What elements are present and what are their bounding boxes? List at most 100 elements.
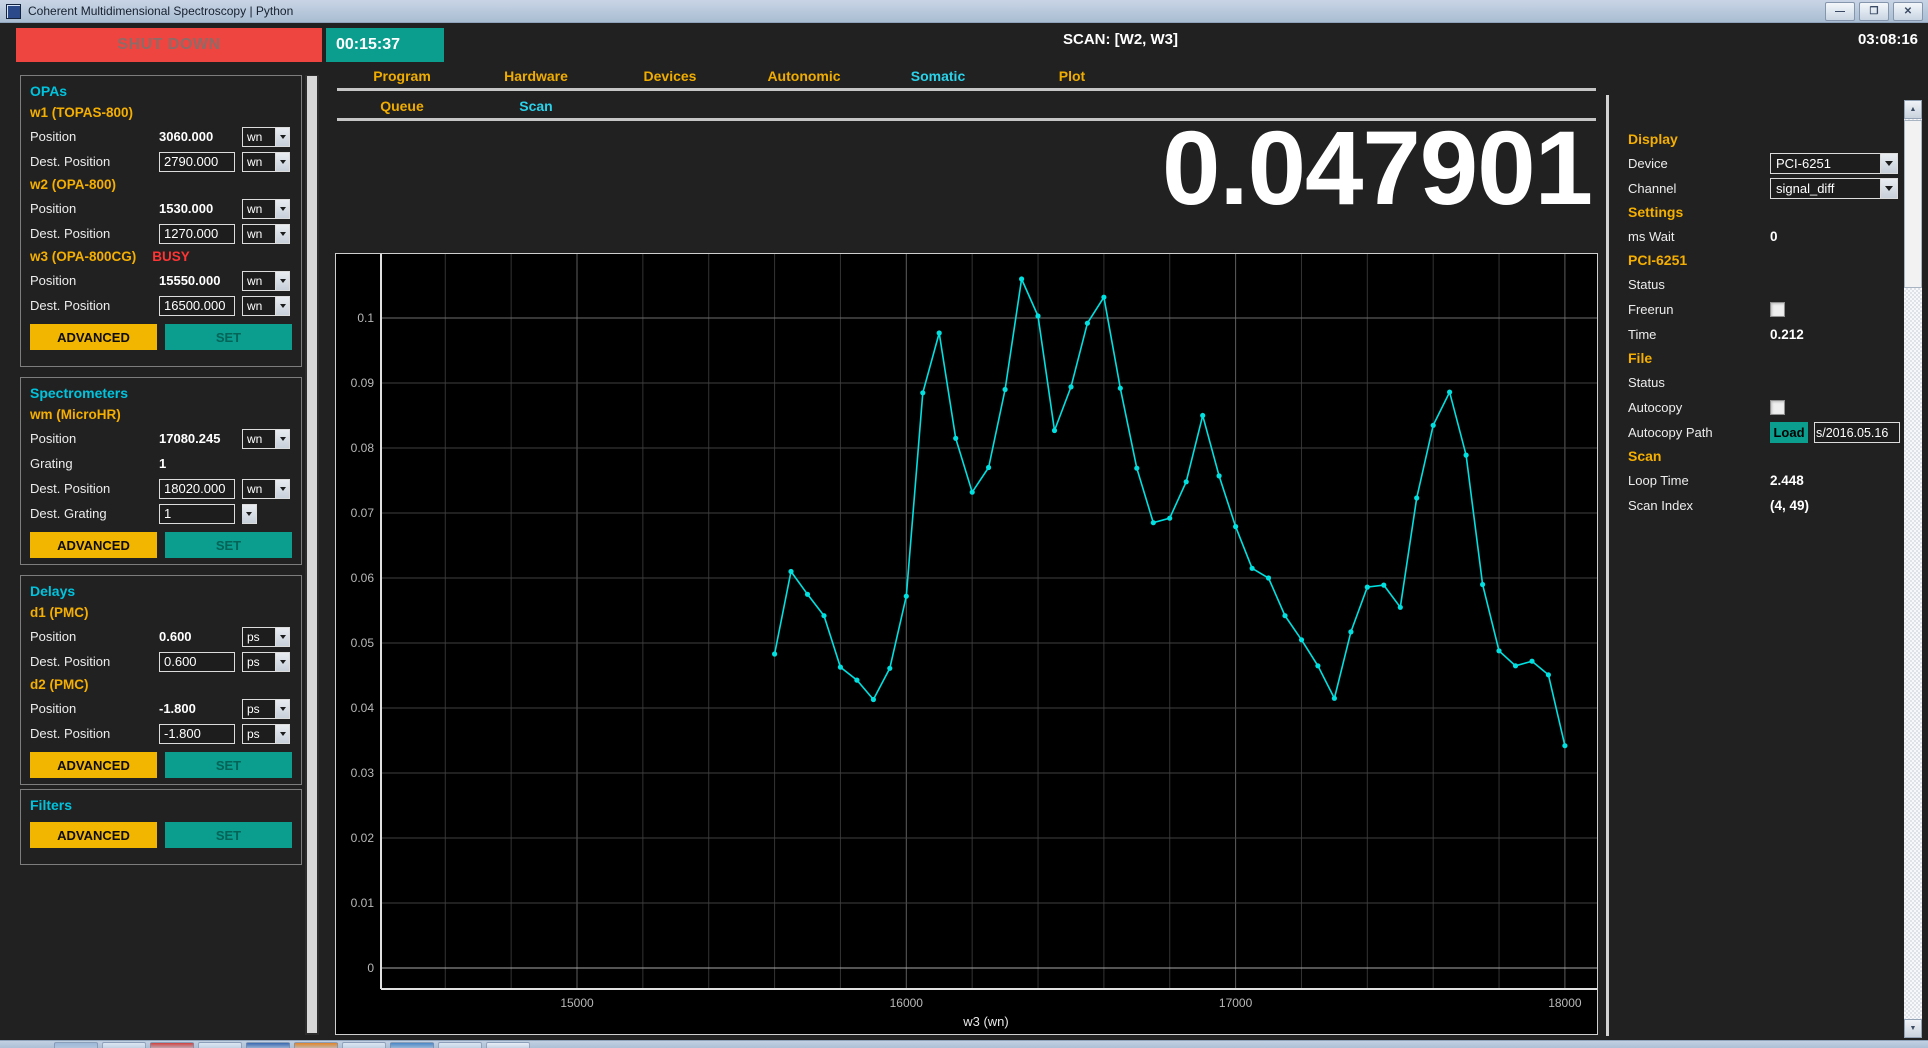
dest-position-input[interactable] bbox=[159, 152, 235, 172]
field-label: Position bbox=[30, 129, 159, 144]
device-header-w1-topas-800: w1 (TOPAS-800) bbox=[30, 102, 292, 124]
chevron-down-icon bbox=[275, 725, 289, 743]
scroll-down-icon[interactable]: ▼ bbox=[1904, 1019, 1922, 1038]
scroll-up-icon[interactable]: ▲ bbox=[1904, 100, 1922, 119]
left-scrollbar-thumb[interactable] bbox=[307, 76, 317, 1033]
grating-select-arrow-icon[interactable] bbox=[242, 504, 257, 524]
advanced-button[interactable]: ADVANCED bbox=[30, 324, 157, 350]
unit-select[interactable]: ps bbox=[242, 627, 290, 647]
field-label: Autocopy bbox=[1628, 400, 1770, 415]
right-scrollbar[interactable]: ▲ ▼ bbox=[1904, 100, 1922, 1038]
unit-select[interactable]: wn bbox=[242, 296, 290, 316]
wm-microhr-dest-grating-row: Dest. Grating bbox=[30, 501, 292, 526]
position-value: -1.800 bbox=[159, 701, 235, 716]
tab-queue[interactable]: Queue bbox=[335, 94, 469, 118]
field-label: Dest. Position bbox=[30, 726, 159, 741]
d2-pmc-dest-position-row: Dest. Position ps bbox=[30, 721, 292, 746]
y-tick-label: 0.09 bbox=[351, 376, 375, 390]
close-icon[interactable]: ✕ bbox=[1893, 2, 1923, 21]
taskbar-button[interactable] bbox=[150, 1042, 194, 1048]
chevron-down-icon bbox=[1880, 179, 1897, 198]
taskbar-button[interactable] bbox=[486, 1042, 530, 1048]
unit-select[interactable]: wn bbox=[242, 429, 290, 449]
unit-select[interactable]: wn bbox=[242, 127, 290, 147]
tab-program[interactable]: Program bbox=[335, 64, 469, 88]
dest-grating-input[interactable] bbox=[159, 504, 235, 524]
chevron-down-icon bbox=[275, 153, 289, 171]
chevron-down-icon bbox=[275, 430, 289, 448]
autocopy-path-input[interactable] bbox=[1814, 422, 1900, 443]
autocopy-path-row: Autocopy PathLoad bbox=[1628, 420, 1900, 445]
wm-microhr-grating-row: Grating1 bbox=[30, 451, 292, 476]
field-label: Dest. Position bbox=[30, 226, 159, 241]
unit-select[interactable]: ps bbox=[242, 724, 290, 744]
data-point bbox=[1282, 613, 1287, 618]
field-label: Status bbox=[1628, 375, 1770, 390]
data-point bbox=[788, 569, 793, 574]
set-button[interactable]: SET bbox=[165, 822, 292, 848]
right-scrollbar-thumb[interactable] bbox=[1904, 120, 1922, 288]
shutdown-button[interactable]: SHUT DOWN bbox=[16, 28, 322, 62]
tab-somatic[interactable]: Somatic bbox=[871, 64, 1005, 88]
set-button[interactable]: SET bbox=[165, 324, 292, 350]
taskbar-button[interactable] bbox=[294, 1042, 338, 1048]
time-row: Time0.212 bbox=[1628, 322, 1900, 347]
advanced-button[interactable]: ADVANCED bbox=[30, 752, 157, 778]
center-scrollbar[interactable] bbox=[1606, 95, 1609, 1036]
set-button[interactable]: SET bbox=[165, 752, 292, 778]
unit-select[interactable]: ps bbox=[242, 652, 290, 672]
dest-position-input[interactable] bbox=[159, 296, 235, 316]
tab-scan[interactable]: Scan bbox=[469, 94, 603, 118]
freerun-checkbox[interactable] bbox=[1770, 302, 1785, 317]
chevron-down-icon bbox=[275, 653, 289, 671]
position-value: 17080.245 bbox=[159, 431, 235, 446]
unit-select[interactable]: wn bbox=[242, 224, 290, 244]
restore-icon[interactable]: ❐ bbox=[1859, 2, 1889, 21]
x-tick-label: 17000 bbox=[1219, 996, 1253, 1010]
advanced-button[interactable]: ADVANCED bbox=[30, 532, 157, 558]
data-point bbox=[1085, 321, 1090, 326]
taskbar-button[interactable] bbox=[246, 1042, 290, 1048]
unit-label: ps bbox=[243, 653, 275, 671]
minimize-icon[interactable]: — bbox=[1825, 2, 1855, 21]
channel-select[interactable]: signal_diff bbox=[1770, 178, 1898, 199]
taskbar-button[interactable] bbox=[54, 1042, 98, 1048]
data-point bbox=[1398, 605, 1403, 610]
unit-select[interactable]: wn bbox=[242, 199, 290, 219]
dest-position-input[interactable] bbox=[159, 652, 235, 672]
data-point bbox=[854, 678, 859, 683]
tab-autonomic[interactable]: Autonomic bbox=[737, 64, 871, 88]
unit-select[interactable]: wn bbox=[242, 479, 290, 499]
unit-select[interactable]: wn bbox=[242, 152, 290, 172]
tab-devices[interactable]: Devices bbox=[603, 64, 737, 88]
load-button[interactable]: Load bbox=[1770, 422, 1808, 443]
time-value: 0.212 bbox=[1770, 327, 1804, 342]
taskbar-button[interactable] bbox=[390, 1042, 434, 1048]
taskbar-button[interactable] bbox=[102, 1042, 146, 1048]
taskbar-button[interactable] bbox=[342, 1042, 386, 1048]
data-point bbox=[805, 592, 810, 597]
w1-topas-800-position-row: Position3060.000wn bbox=[30, 124, 292, 149]
dest-position-input[interactable] bbox=[159, 724, 235, 744]
dest-position-input[interactable] bbox=[159, 224, 235, 244]
field-label: Scan Index bbox=[1628, 498, 1770, 513]
field-label: Channel bbox=[1628, 181, 1770, 196]
group-title-filters: Filters bbox=[30, 794, 292, 816]
scan-index-row: Scan Index(4, 49) bbox=[1628, 493, 1900, 518]
dest-position-input[interactable] bbox=[159, 479, 235, 499]
tab-hardware[interactable]: Hardware bbox=[469, 64, 603, 88]
taskbar-button[interactable] bbox=[198, 1042, 242, 1048]
autocopy-checkbox[interactable] bbox=[1770, 400, 1785, 415]
data-point bbox=[953, 436, 958, 441]
taskbar-button[interactable] bbox=[438, 1042, 482, 1048]
w2-opa-800-position-row: Position1530.000wn bbox=[30, 196, 292, 221]
device-select[interactable]: PCI-6251 bbox=[1770, 153, 1898, 174]
unit-select[interactable]: wn bbox=[242, 271, 290, 291]
tab-plot[interactable]: Plot bbox=[1005, 64, 1139, 88]
unit-select[interactable]: ps bbox=[242, 699, 290, 719]
advanced-button[interactable]: ADVANCED bbox=[30, 822, 157, 848]
application-window: Coherent Multidimensional Spectroscopy |… bbox=[0, 0, 1928, 1048]
left-scrollbar[interactable] bbox=[305, 75, 319, 1035]
data-point bbox=[821, 613, 826, 618]
set-button[interactable]: SET bbox=[165, 532, 292, 558]
